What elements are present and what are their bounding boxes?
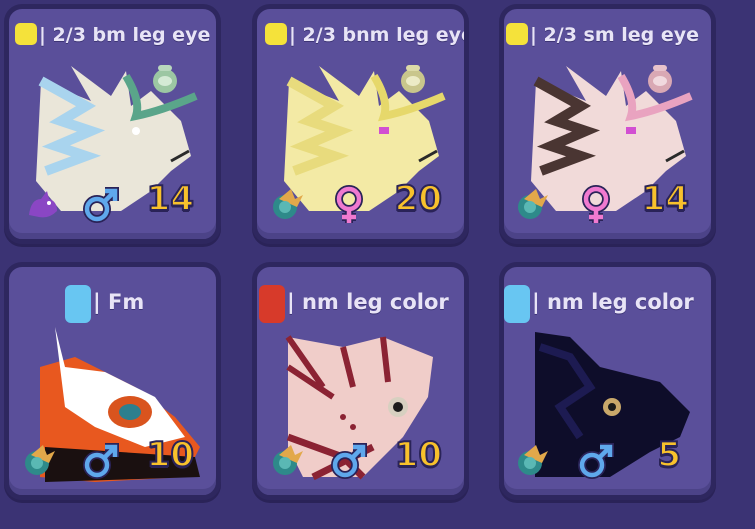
- pet-card-4[interactable]: | Fm 10: [4, 262, 221, 500]
- pet-age-label: 14: [641, 178, 690, 220]
- pet-card-title: | Fm: [65, 285, 216, 323]
- dragon-teal-icon: [518, 189, 548, 219]
- female-gender-icon: [335, 185, 363, 223]
- pet-card-title: | nm leg color: [259, 285, 464, 323]
- pet-card-label: | Fm: [93, 290, 145, 314]
- dragon-teal-icon: [273, 445, 303, 475]
- tag-color-square: [506, 23, 528, 45]
- pet-age-label: 5: [656, 434, 682, 476]
- tag-color-square: [65, 285, 91, 323]
- pet-card-2[interactable]: | 2/3 bnm leg eye 20: [252, 4, 469, 244]
- pet-age-label: 10: [146, 434, 195, 476]
- male-gender-icon: [578, 443, 614, 479]
- male-gender-icon: [331, 443, 367, 479]
- pet-card-label: | 2/3 sm leg eye: [530, 24, 700, 46]
- pet-card-3[interactable]: | 2/3 sm leg eye 14: [499, 4, 716, 244]
- tag-color-square: [265, 23, 287, 45]
- pet-card-title: | nm leg color: [504, 285, 711, 323]
- pet-card-title: | 2/3 bnm leg eye: [265, 23, 464, 46]
- pet-age-label: 14: [146, 178, 195, 220]
- pet-card-label: | nm leg color: [532, 290, 694, 314]
- tag-color-square: [15, 23, 37, 45]
- pet-card-title: | 2/3 sm leg eye: [506, 23, 711, 46]
- pet-card-title: | 2/3 bm leg eye: [15, 23, 216, 46]
- dragon-teal-icon: [518, 445, 548, 475]
- pet-card-5[interactable]: | nm leg color 10: [252, 262, 469, 500]
- pet-card-label: | 2/3 bnm leg eye: [289, 24, 469, 46]
- dragon-teal-icon: [25, 445, 55, 475]
- pet-card-label: | nm leg color: [287, 290, 449, 314]
- tag-color-square: [259, 285, 285, 323]
- pet-age-label: 10: [394, 434, 443, 476]
- female-gender-icon: [582, 185, 610, 223]
- male-gender-icon: [83, 187, 119, 223]
- male-gender-icon: [83, 443, 119, 479]
- pet-card-6[interactable]: | nm leg color 5: [499, 262, 716, 500]
- pet-card-label: | 2/3 bm leg eye: [39, 24, 211, 46]
- dragon-purple-icon: [29, 191, 57, 218]
- tag-color-square: [504, 285, 530, 323]
- pet-age-label: 20: [394, 178, 443, 220]
- dragon-teal-icon: [273, 189, 303, 219]
- pet-card-1[interactable]: | 2/3 bm leg eye 14: [4, 4, 221, 244]
